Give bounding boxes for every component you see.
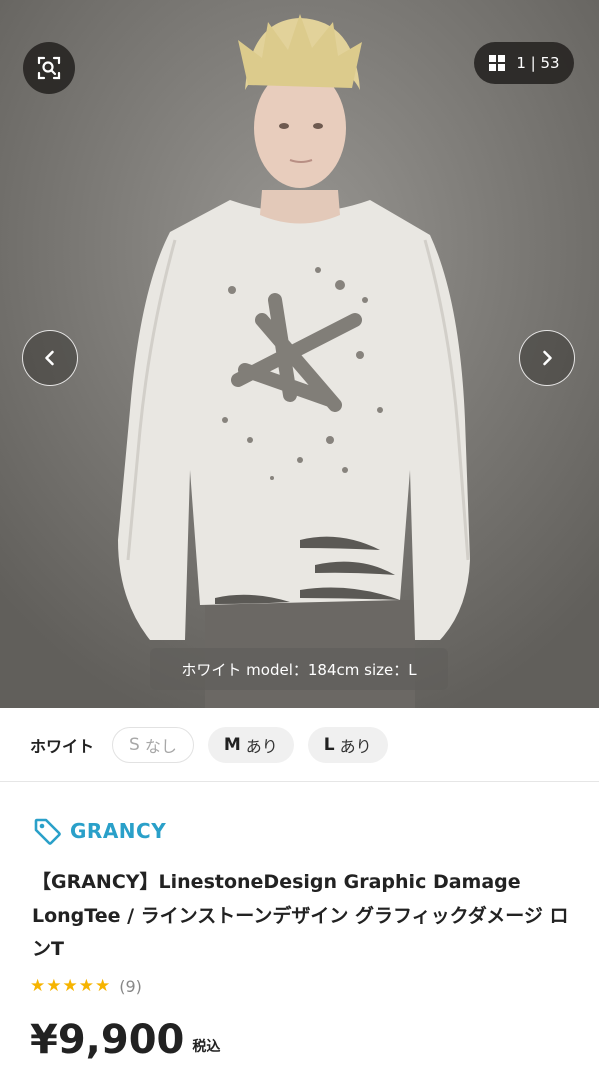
tax-label: 税込 [192,1039,221,1055]
product-photo [0,0,599,708]
size-option-m[interactable]: M あり [207,726,294,763]
product-title: 【GRANCY】LinestoneDesign Graphic Damage L… [32,871,569,960]
size-option-s[interactable]: S なし [112,726,194,763]
product-image-gallery[interactable]: 1 | 53 ホワイト model：184cm size：L [0,0,599,708]
size-label: M [223,734,241,755]
price: ¥9,900 [30,1017,185,1063]
image-counter: 1 | 53 [516,54,560,72]
grid-icon [489,55,506,71]
chevron-right-icon [543,350,552,366]
size-option-l[interactable]: L あり [307,726,388,763]
image-counter-button[interactable]: 1 | 53 [474,42,574,84]
size-label: S [129,734,140,755]
chevron-left-icon [45,350,54,366]
stock-status: あり [339,736,372,756]
next-image-button[interactable] [519,330,575,386]
image-search-button[interactable] [23,42,75,94]
color-label: ホワイト [30,736,95,756]
stock-status: なし [144,736,177,756]
image-search-icon [37,56,61,80]
price-block: ¥9,900 税込 [30,1014,220,1066]
star-rating: ★★★★★ [30,976,112,996]
variant-selector: ホワイト S なし M あり L あり [0,708,599,782]
previous-image-button[interactable] [22,330,78,386]
review-count: (9) [119,976,142,996]
brand-link[interactable]: GRANCY [32,816,166,846]
size-label: L [323,734,335,755]
image-caption: ホワイト model：184cm size：L [150,648,448,690]
brand-name: GRANCY [70,819,167,843]
stock-status: あり [245,736,278,756]
rating-summary[interactable]: ★★★★★ (9) [30,976,142,996]
tag-icon [34,818,61,845]
